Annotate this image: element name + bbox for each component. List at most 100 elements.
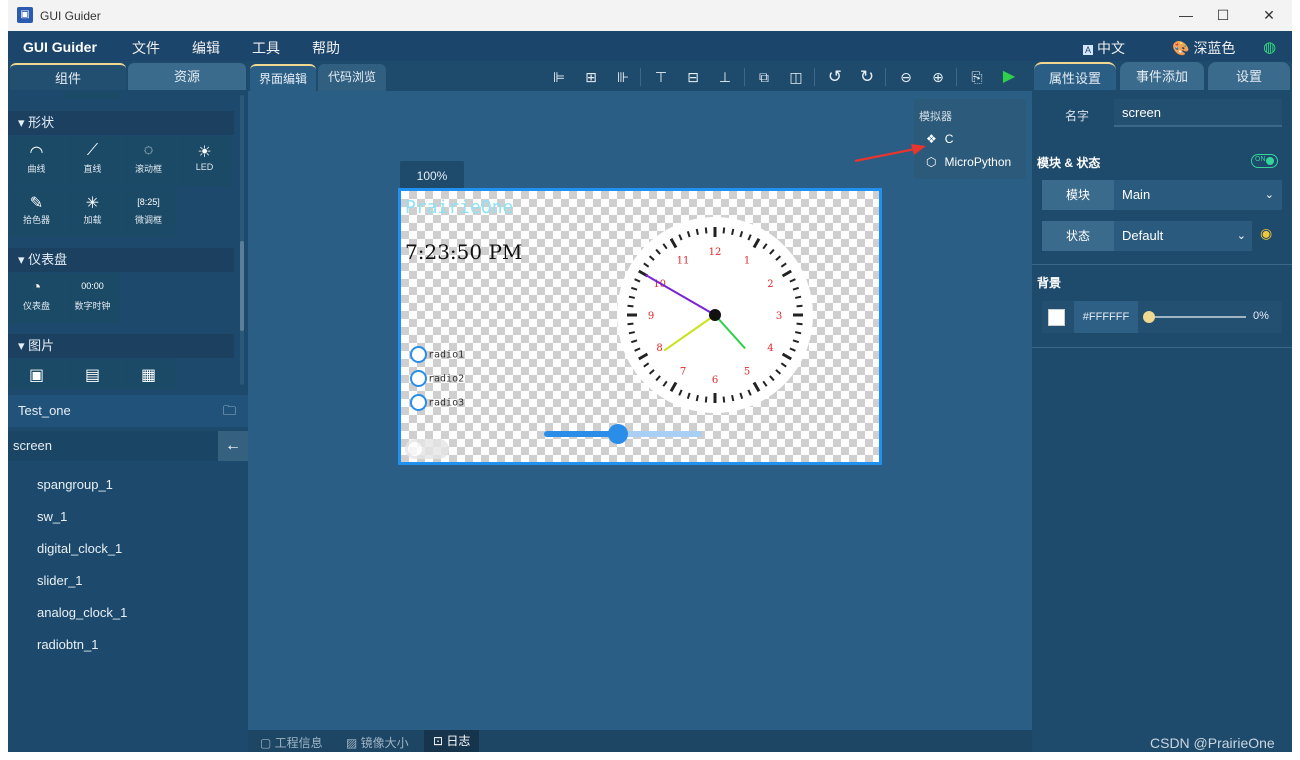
radio-button[interactable]: radio2: [410, 370, 464, 387]
clock-number: 1: [744, 256, 750, 267]
status-log[interactable]: ⊡ 日志: [424, 730, 480, 752]
radio-button[interactable]: radio3: [410, 394, 464, 411]
widget-scroll[interactable]: ◌ 滚动框: [121, 136, 176, 186]
widget-label: 曲线: [27, 164, 46, 174]
switch-widget[interactable]: [405, 439, 449, 459]
status-project-info[interactable]: ▢ 工程信息: [260, 734, 323, 751]
back-arrow-icon[interactable]: ←: [218, 431, 248, 461]
widget-label: LED: [195, 162, 214, 172]
tab-settings[interactable]: 设置: [1208, 62, 1290, 90]
tree-item[interactable]: slider_1: [37, 573, 83, 588]
close-button[interactable]: ✕: [1259, 6, 1279, 26]
slider-knob[interactable]: [608, 424, 629, 444]
simulator-option-c[interactable]: ❖ C: [926, 132, 953, 146]
tree-item[interactable]: analog_clock_1: [37, 605, 127, 620]
theme-button[interactable]: 🎨 深蓝色: [1172, 38, 1235, 58]
send-backward-icon[interactable]: ◫: [785, 66, 807, 88]
align-center-v-icon[interactable]: ⊟: [682, 66, 704, 88]
tree-item[interactable]: sw_1: [37, 509, 67, 524]
align-left-icon[interactable]: ⊫: [548, 66, 570, 88]
module-select[interactable]: Main ⌄: [1114, 180, 1282, 210]
digital-clock-widget[interactable]: 7:23:50 PM: [405, 240, 522, 264]
tab-properties[interactable]: 属性设置: [1034, 62, 1116, 90]
tree-item[interactable]: radiobtn_1: [37, 637, 98, 652]
palette-scrollbar[interactable]: [240, 95, 244, 385]
menu-edit[interactable]: 编辑: [192, 38, 220, 58]
scrollbar-thumb[interactable]: [240, 241, 244, 331]
radio-button[interactable]: radio1: [410, 346, 464, 363]
properties-panel: 属性设置 事件添加 设置 名字 screen 模块 & 状态 ON 模块 Mai…: [1032, 61, 1292, 752]
clock-tick: [628, 331, 635, 335]
menu-help[interactable]: 帮助: [312, 38, 340, 58]
widget-spinbox[interactable]: [8:25] 微调框: [121, 187, 176, 237]
tab-ui-editor[interactable]: 界面编辑: [250, 64, 316, 91]
zoom-out-icon[interactable]: ⊖: [895, 66, 917, 88]
folder-icon[interactable]: 🗀: [223, 395, 236, 427]
widget-loading[interactable]: ✳ 加载: [65, 187, 120, 237]
widget-animimg[interactable]: ▦: [121, 359, 176, 389]
widget-led[interactable]: ☀ LED: [177, 136, 232, 186]
widget-colorpicker[interactable]: ✎ 拾色器: [9, 187, 64, 237]
redo-icon[interactable]: ↻: [856, 66, 878, 88]
globe-icon[interactable]: ◍: [1263, 38, 1276, 56]
clock-number: 3: [776, 311, 782, 322]
section-gauges[interactable]: ▾ 仪表盘: [8, 248, 234, 272]
tab-widgets[interactable]: 组件: [10, 63, 126, 90]
gauge-icon: ◔: [31, 279, 42, 296]
run-simulator-icon[interactable]: ▶: [998, 66, 1020, 88]
status-image-size[interactable]: ▨ 镜像大小: [346, 734, 409, 751]
eye-icon[interactable]: ◉: [1260, 225, 1272, 242]
widget-arc[interactable]: ◠ 曲线: [9, 136, 64, 186]
language-button[interactable]: A 中文: [1083, 38, 1125, 58]
toolbar-divider: [885, 68, 886, 86]
menu-tools[interactable]: 工具: [252, 38, 280, 58]
align-right-icon[interactable]: ⊪: [612, 66, 634, 88]
image-icon: ▣: [28, 367, 45, 384]
option-label: MicroPython: [944, 155, 1012, 169]
widget-digital-clock[interactable]: 00:00 数字时钟: [65, 273, 120, 323]
undo-icon[interactable]: ↺: [824, 66, 846, 88]
maximize-button[interactable]: ☐: [1213, 6, 1233, 26]
simulator-option-micropython[interactable]: ⬡ MicroPython: [926, 155, 1011, 169]
bring-forward-icon[interactable]: ⧉: [753, 66, 775, 88]
tree-item[interactable]: spangroup_1: [37, 477, 113, 492]
zoom-in-icon[interactable]: ⊕: [927, 66, 949, 88]
tab-code-view[interactable]: 代码浏览: [318, 64, 386, 91]
divider: [1032, 264, 1292, 265]
section-shapes[interactable]: ▾ 形状: [8, 111, 234, 135]
minimize-button[interactable]: —: [1176, 6, 1196, 26]
app-logo-icon: ▣: [17, 7, 33, 23]
toggle-knob: [1266, 157, 1274, 165]
color-swatch[interactable]: [1048, 309, 1065, 326]
opacity-knob[interactable]: [1143, 311, 1155, 323]
clock-tick: [731, 228, 735, 235]
state-select[interactable]: Default ⌄: [1114, 221, 1252, 251]
screen-canvas[interactable]: PrairieOne 7:23:50 PM radio1 radio2 radi…: [398, 188, 882, 465]
widget-gauge[interactable]: ◔ 仪表盘: [9, 273, 64, 323]
tab-resources[interactable]: 资源: [128, 63, 246, 90]
widget-line[interactable]: ⟋ 直线: [65, 136, 120, 186]
screen-row[interactable]: screen ←: [8, 431, 248, 461]
spinner-ring-icon: ◌: [143, 142, 154, 159]
align-center-h-icon[interactable]: ⊞: [580, 66, 602, 88]
spangroup-widget[interactable]: PrairieOne: [405, 197, 513, 218]
align-bottom-icon[interactable]: ⊥: [714, 66, 736, 88]
section-images[interactable]: ▾ 图片: [8, 334, 234, 358]
clock-tick: [704, 227, 708, 234]
opacity-track[interactable]: [1152, 316, 1246, 318]
color-hex[interactable]: #FFFFFF: [1074, 301, 1138, 333]
widget-label: 直线: [83, 164, 102, 174]
widget-image-button[interactable]: ▤: [65, 359, 120, 389]
widget-image[interactable]: ▣: [9, 359, 64, 389]
generate-code-icon[interactable]: ⎘: [966, 66, 988, 88]
widget-label: 仪表盘: [22, 301, 50, 311]
tree-item[interactable]: digital_clock_1: [37, 541, 122, 556]
background-header: 背景: [1037, 276, 1062, 290]
name-input[interactable]: screen: [1114, 99, 1282, 127]
tab-events[interactable]: 事件添加: [1120, 62, 1204, 90]
clock-number: 12: [709, 247, 722, 258]
align-top-icon[interactable]: ⊤: [650, 66, 672, 88]
module-state-toggle[interactable]: ON: [1251, 154, 1278, 168]
menu-file[interactable]: 文件: [132, 38, 160, 58]
analog-clock-widget[interactable]: 121234567891011: [615, 215, 815, 415]
